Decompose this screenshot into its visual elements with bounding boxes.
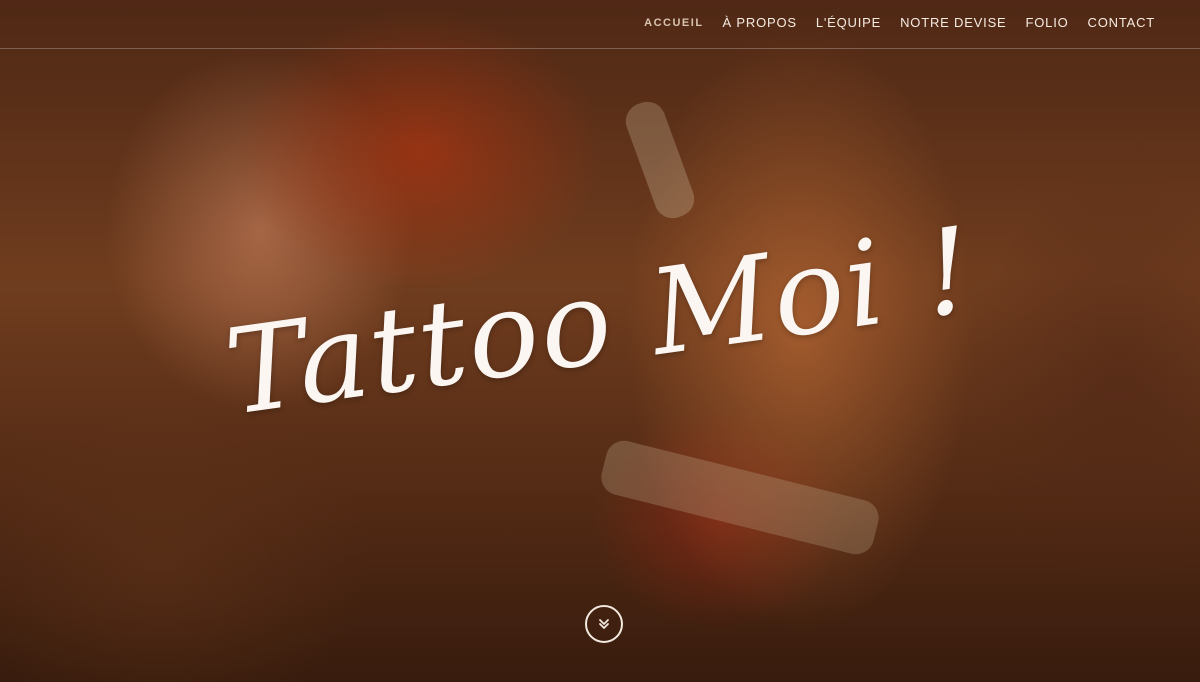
nav-menu: ACCUEIL À PROPOS L'ÉQUIPE NOTRE DEVISE F… (644, 15, 1155, 30)
nav-item-equipe[interactable]: L'ÉQUIPE (816, 15, 881, 30)
nav-item-notre-devise[interactable]: NOTRE DEVISE (900, 15, 1006, 30)
nav-item-contact[interactable]: CONTACT (1088, 15, 1155, 30)
nav-item-folio[interactable]: FOLIO (1026, 15, 1069, 30)
nav-item-accueil[interactable]: ACCUEIL (644, 15, 703, 30)
scroll-down-button[interactable] (585, 605, 623, 643)
main-navigation: ACCUEIL À PROPOS L'ÉQUIPE NOTRE DEVISE F… (0, 0, 1200, 49)
chevron-double-down-icon (599, 619, 609, 629)
nav-item-a-propos[interactable]: À PROPOS (723, 15, 797, 30)
hero-section: ACCUEIL À PROPOS L'ÉQUIPE NOTRE DEVISE F… (0, 0, 1200, 682)
